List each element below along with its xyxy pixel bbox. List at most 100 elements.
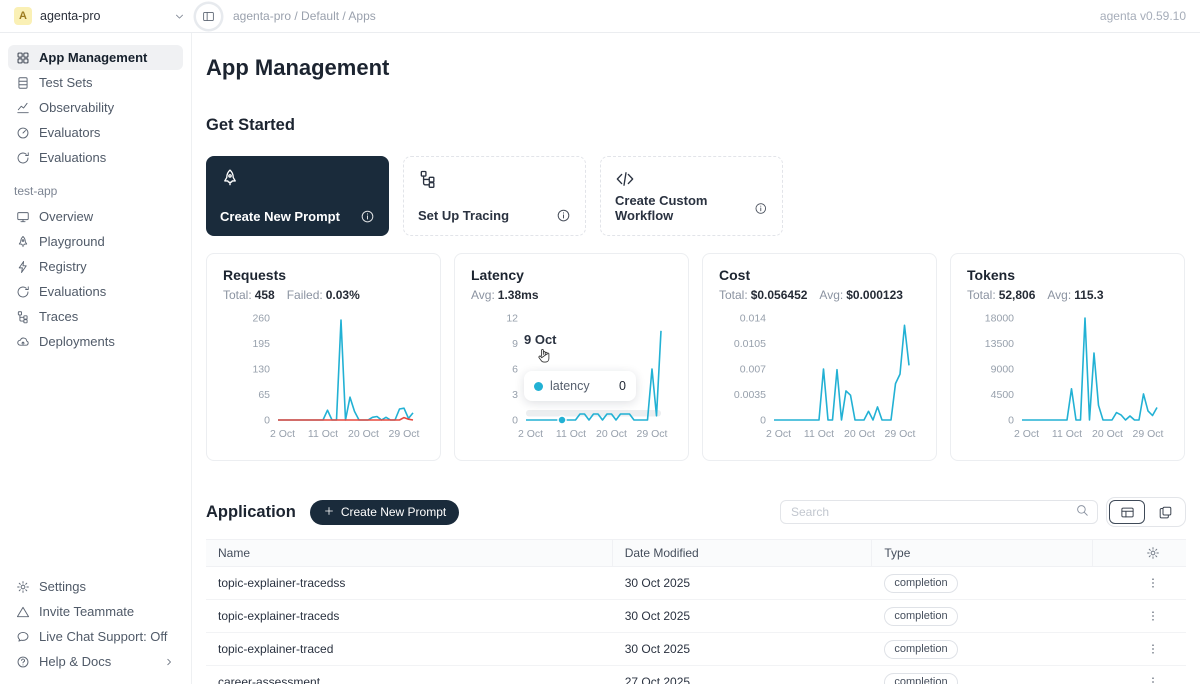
chart-cost[interactable]: 00.00350.0070.01050.0142 Oct11 Oct20 Oct… (719, 310, 925, 444)
sidebar-item-observability[interactable]: Observability (8, 95, 183, 120)
sidebar-item-test-sets[interactable]: Test Sets (8, 70, 183, 95)
chevron-down-icon (173, 10, 186, 23)
kebab-icon (1146, 642, 1160, 656)
cell-date-modified: 30 Oct 2025 (613, 609, 873, 623)
table-settings-gear-icon[interactable] (1146, 546, 1160, 560)
cell-app-name: career-assessment (206, 675, 613, 684)
hand-cursor-icon (536, 347, 552, 364)
table-row[interactable]: topic-explainer-traceds30 Oct 2025comple… (206, 600, 1186, 633)
stat-value: 52,806 (999, 288, 1036, 302)
svg-text:2 Oct: 2 Oct (518, 428, 543, 440)
view-toggle (1106, 497, 1186, 527)
svg-text:0: 0 (760, 415, 766, 427)
sidebar-item-app-management[interactable]: App Management (8, 45, 183, 70)
tracing-icon (418, 169, 438, 189)
card-label: Create New Prompt (220, 209, 340, 224)
hand-cursor-icon (536, 347, 552, 369)
breadcrumb: agenta-pro / Default / Apps (233, 9, 376, 23)
type-badge: completion (884, 673, 957, 684)
info-icon (556, 208, 571, 223)
sidebar-item-invite-teammate[interactable]: Invite Teammate (8, 599, 183, 624)
row-menu-kebab-icon[interactable] (1146, 642, 1160, 656)
svg-text:11 Oct: 11 Oct (556, 428, 586, 440)
applications-table: NameDate ModifiedType topic-explainer-tr… (206, 539, 1186, 684)
get-started-card-create-custom-workflow[interactable]: Create Custom Workflow (600, 156, 783, 236)
get-started-title: Get Started (206, 115, 1186, 135)
table-row[interactable]: topic-explainer-traced30 Oct 2025complet… (206, 633, 1186, 666)
table-view-icon (1120, 505, 1135, 520)
sidebar-item-traces[interactable]: Traces (8, 304, 183, 329)
tooltip-value: 0 (619, 379, 626, 393)
sidebar-item-help-docs[interactable]: Help & Docs (8, 649, 183, 674)
create-new-prompt-button[interactable]: Create New Prompt (310, 500, 459, 525)
sidebar-item-evaluations[interactable]: Evaluations (8, 145, 183, 170)
table-body: topic-explainer-tracedss30 Oct 2025compl… (206, 567, 1186, 684)
column-header-date-modified[interactable]: Date Modified (613, 540, 873, 566)
chart-requests[interactable]: 0651301952602 Oct11 Oct20 Oct29 Oct (223, 310, 429, 444)
get-started-card-set-up-tracing[interactable]: Set Up Tracing (403, 156, 586, 236)
registry-icon (16, 260, 30, 274)
svg-text:0.0035: 0.0035 (734, 389, 766, 401)
svg-text:9: 9 (512, 338, 518, 350)
sidebar-item-overview[interactable]: Overview (8, 204, 183, 229)
sidebar-item-evaluations[interactable]: Evaluations (8, 279, 183, 304)
active-point (558, 416, 566, 424)
table-row[interactable]: career-assessment27 Oct 2025completion (206, 666, 1186, 684)
deployments-icon (16, 335, 30, 349)
card-view-button[interactable] (1147, 500, 1183, 524)
cell-app-name: topic-explainer-traced (206, 642, 613, 656)
sidebar-item-deployments[interactable]: Deployments (8, 329, 183, 354)
column-header-type[interactable]: Type (872, 540, 1093, 566)
card-view-icon (1158, 505, 1173, 520)
row-menu-kebab-icon[interactable] (1146, 675, 1160, 684)
rocket-icon (220, 168, 240, 188)
tooltip-row: latency 0 (524, 371, 636, 401)
svg-text:0: 0 (264, 415, 270, 427)
stat-value: 1.38ms (498, 288, 539, 302)
sidebar-item-settings[interactable]: Settings (8, 574, 183, 599)
sidebar-item-playground[interactable]: Playground (8, 229, 183, 254)
sidebar-item-registry[interactable]: Registry (8, 254, 183, 279)
sidebar-item-label: Overview (39, 209, 93, 224)
get-started-cards: Create New Prompt Set Up TracingCreate Cu… (206, 156, 1186, 236)
svg-text:20 Oct: 20 Oct (348, 428, 379, 440)
stat-label: Avg: (471, 288, 495, 302)
table-row[interactable]: topic-explainer-tracedss30 Oct 2025compl… (206, 567, 1186, 600)
svg-text:2 Oct: 2 Oct (766, 428, 791, 440)
sidebar-section-label: test-app (14, 184, 183, 198)
chat-icon (16, 630, 30, 644)
row-menu-kebab-icon[interactable] (1146, 609, 1160, 623)
stat-label: Total: (223, 288, 252, 302)
column-header-name[interactable]: Name (206, 540, 613, 566)
search-input[interactable] (789, 504, 1075, 520)
stat-label: Avg: (819, 288, 843, 302)
workspace-avatar: A (14, 7, 32, 25)
sidebar-footer-nav: SettingsInvite TeammateLive Chat Support… (8, 574, 183, 674)
stat-value: 0.03% (326, 288, 360, 302)
sidebar-app-nav: Overview PlaygroundRegistryEvaluationsTra… (8, 204, 183, 354)
help-icon (16, 655, 30, 669)
metric-card-tokens: TokensTotal:52,806Avg:115.30450090001350… (950, 253, 1185, 461)
cell-date-modified: 30 Oct 2025 (613, 576, 873, 590)
series-requests (278, 320, 413, 420)
test-sets-icon (16, 76, 30, 90)
svg-text:20 Oct: 20 Oct (596, 428, 627, 440)
sidebar-item-live-chat-support-off[interactable]: Live Chat Support: Off (8, 624, 183, 649)
type-badge: completion (884, 574, 957, 593)
overview-icon (16, 210, 30, 224)
stat-value: 115.3 (1074, 288, 1103, 302)
row-menu-kebab-icon[interactable] (1146, 576, 1160, 590)
sidebar-toggle-button[interactable] (196, 4, 221, 29)
search-icon[interactable] (1075, 503, 1089, 522)
svg-text:0.0105: 0.0105 (734, 338, 766, 350)
workspace-selector[interactable]: A agenta-pro (14, 7, 186, 25)
table-view-button[interactable] (1109, 500, 1145, 524)
chart-title: Tokens (967, 267, 1168, 283)
type-badge: completion (884, 640, 957, 659)
get-started-card-create-new-prompt[interactable]: Create New Prompt (206, 156, 389, 236)
page-title: App Management (206, 55, 1186, 81)
search-icon (1075, 503, 1089, 517)
evaluators-icon (16, 126, 30, 140)
chart-tokens[interactable]: 04500900013500180002 Oct11 Oct20 Oct29 O… (967, 310, 1173, 444)
sidebar-item-evaluators[interactable]: Evaluators (8, 120, 183, 145)
